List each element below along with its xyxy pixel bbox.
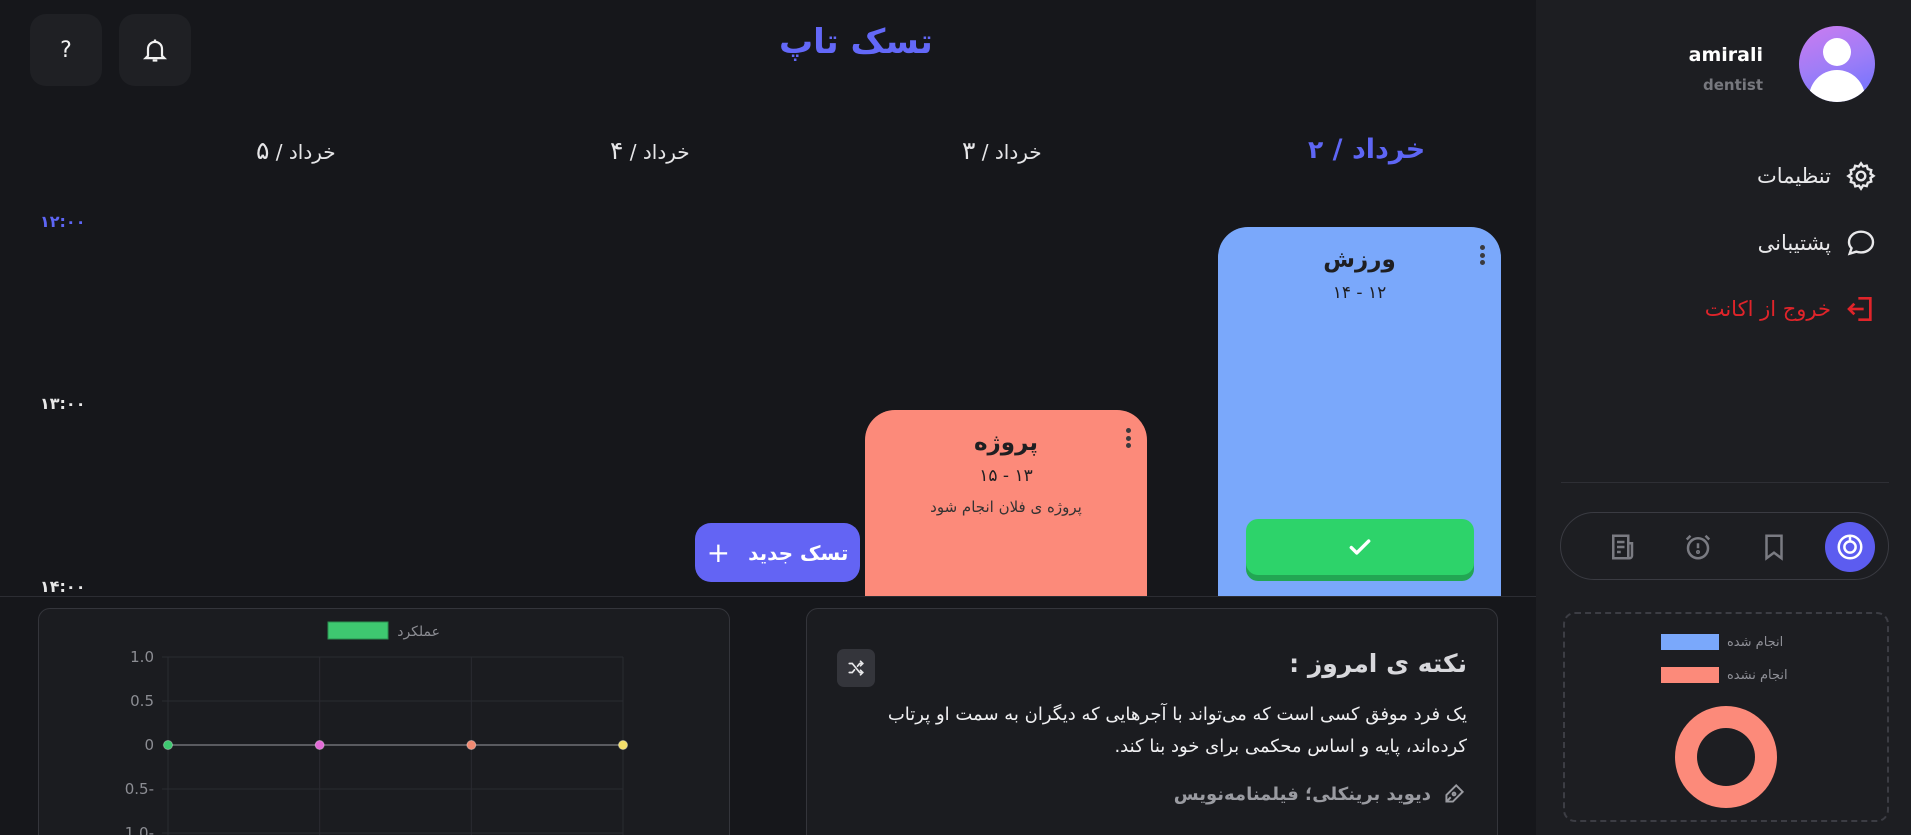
new-task-button[interactable]: + تسک جدید <box>695 523 860 582</box>
y-tick-label: 1.0- <box>125 824 154 835</box>
task-title: پروژه <box>973 430 1039 456</box>
gear-icon <box>1846 161 1876 191</box>
legend-label: انجام نشده <box>1727 667 1788 683</box>
view-tabbar <box>1560 512 1889 580</box>
time-label: ۱۳:۰۰ <box>40 394 86 413</box>
menu-item-support[interactable]: پشتیبانی <box>1758 227 1877 259</box>
data-point <box>163 740 173 750</box>
day-column-header[interactable]: ۲ / خرداد <box>1308 134 1425 165</box>
more-options-icon[interactable] <box>1125 428 1131 448</box>
logout-icon <box>1847 297 1872 321</box>
user-name: amirali <box>1688 44 1763 66</box>
legend-swatch <box>1661 634 1719 650</box>
day-month: خرداد <box>1351 134 1426 165</box>
donut-chart <box>1675 706 1777 808</box>
legend-label: عملکرد <box>397 624 440 640</box>
target-icon <box>1837 534 1863 560</box>
help-button[interactable]: ? <box>30 14 102 86</box>
alarm-icon <box>1685 534 1711 560</box>
task-time: ۱۵ - ۱۳ <box>979 466 1033 486</box>
day-column-header[interactable]: ۵ / خرداد <box>256 136 336 165</box>
day-month: خرداد <box>642 140 690 164</box>
shuffle-tip-button[interactable] <box>837 649 875 687</box>
data-point <box>466 740 477 750</box>
task-description: پروژه ی فلان انجام شود <box>930 498 1082 516</box>
bookmark-icon <box>1765 534 1783 561</box>
divider <box>1561 482 1889 483</box>
legend-item-done: انجام شده <box>1661 634 1783 650</box>
task-card-workout[interactable]: ورزش ۱۴ - ۱۲ <box>1218 227 1501 596</box>
legend-swatch <box>1661 667 1719 683</box>
y-tick-label: 1.0 <box>130 648 154 666</box>
y-tick-label: 0 <box>144 736 154 754</box>
menu-item-label: تنظیمات <box>1756 164 1831 188</box>
more-options-icon[interactable] <box>1479 245 1485 265</box>
avatar[interactable] <box>1799 26 1875 102</box>
performance-chart: 1.0 0.5 0 0.5- 1.0- عملکرد <box>125 621 628 835</box>
tab-reminders[interactable] <box>1673 522 1723 572</box>
data-point <box>314 740 325 750</box>
day-month: خرداد <box>288 140 336 164</box>
notes-icon <box>1612 534 1634 560</box>
y-tick-label: 0.5- <box>125 780 154 798</box>
notifications-button[interactable] <box>119 14 191 86</box>
menu-item-label: خروج از اکانت <box>1704 297 1831 321</box>
menu-item-logout[interactable]: خروج از اکانت <box>1705 293 1877 325</box>
day-number: ۲ <box>1308 135 1324 164</box>
tab-bookmarks[interactable] <box>1749 522 1799 572</box>
tab-stats[interactable] <box>1825 522 1875 572</box>
menu-item-label: پشتیبانی <box>1757 231 1831 255</box>
tip-author-name: دیوید برینکلی؛ فیلمنامه‌نویس <box>1173 783 1431 805</box>
menu-item-settings[interactable]: تنظیمات <box>1757 160 1877 192</box>
shuffle-icon <box>848 660 864 676</box>
task-card-project[interactable]: پروژه ۱۵ - ۱۳ پروژه ی فلان انجام شود <box>865 410 1147 596</box>
task-title: ورزش <box>1323 247 1396 273</box>
y-tick-label: 0.5 <box>130 692 154 710</box>
task-time: ۱۴ - ۱۲ <box>1332 283 1387 303</box>
stats-card: انجام شده انجام نشده <box>1563 612 1889 822</box>
tab-notes[interactable] <box>1597 522 1647 572</box>
mark-done-button[interactable] <box>1246 519 1474 575</box>
legend-swatch <box>327 621 389 640</box>
daily-tip-card: نکته ی امروز : یک فرد موفق کسی است که می… <box>806 608 1498 835</box>
bottom-panel: نکته ی امروز : یک فرد موفق کسی است که می… <box>0 596 1536 835</box>
day-number: ۵ <box>256 136 270 165</box>
time-label: ۱۴:۰۰ <box>40 577 86 596</box>
day-column-header[interactable]: ۴ / خرداد <box>610 136 690 165</box>
user-role: dentist <box>1703 76 1763 94</box>
bell-icon <box>142 39 168 62</box>
chat-icon <box>1847 230 1875 256</box>
tip-author: دیوید برینکلی؛ فیلمنامه‌نویس <box>1174 781 1467 807</box>
day-number: ۴ <box>610 136 624 165</box>
data-point <box>618 740 628 750</box>
day-number: ۳ <box>962 136 976 165</box>
day-column-header[interactable]: ۳ / خرداد <box>962 136 1042 165</box>
time-label: ۱۲:۰۰ <box>40 212 86 231</box>
plus-icon: + <box>706 536 731 569</box>
legend-item-not-done: انجام نشده <box>1661 667 1788 683</box>
tip-text: یک فرد موفق کسی است که می‌تواند با آجرها… <box>887 704 1467 757</box>
legend-label: انجام شده <box>1727 634 1784 650</box>
help-icon: ? <box>60 37 72 63</box>
check-icon <box>1349 539 1371 555</box>
performance-chart-card: 1.0 0.5 0 0.5- 1.0- عملکرد <box>38 608 730 835</box>
new-task-label: تسک جدید <box>748 540 849 565</box>
sidebar: amirali dentist تنظیمات پشتیبانی خروج از… <box>1536 0 1911 835</box>
pen-icon <box>1445 783 1465 803</box>
tip-title: نکته ی امروز : <box>1289 649 1467 678</box>
day-month: خرداد <box>994 140 1042 164</box>
app-title: تسک تاپ <box>779 22 933 62</box>
